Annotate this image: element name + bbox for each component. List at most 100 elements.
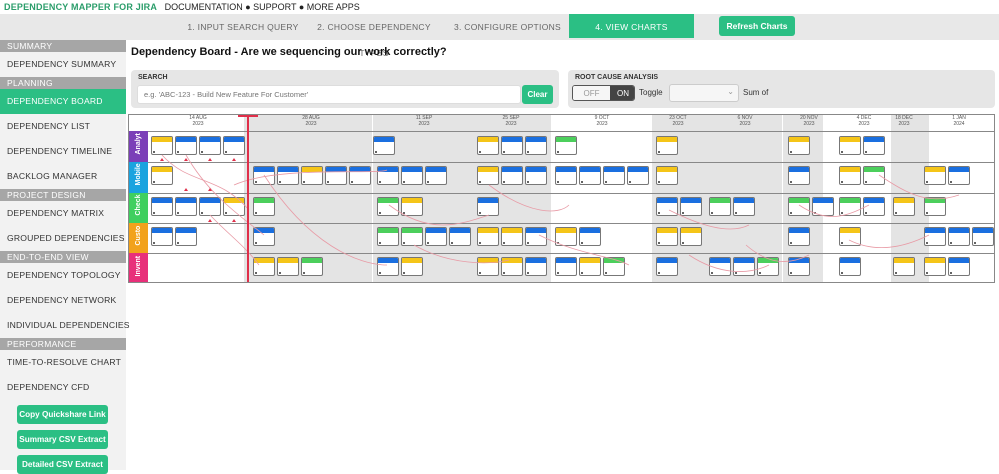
issue-card[interactable]: [839, 227, 861, 246]
issue-card[interactable]: [525, 227, 547, 246]
issue-card[interactable]: [709, 197, 731, 216]
issue-card[interactable]: [377, 257, 399, 276]
issue-card[interactable]: [893, 257, 915, 276]
summary-csv-extract-button[interactable]: Summary CSV Extract: [17, 430, 108, 449]
issue-card[interactable]: [525, 136, 547, 155]
issue-card[interactable]: [501, 257, 523, 276]
issue-card[interactable]: [788, 197, 810, 216]
issue-card[interactable]: [603, 166, 625, 185]
sidebar-item-grouped-dependencies[interactable]: GROUPED DEPENDENCIES: [0, 226, 126, 251]
issue-card[interactable]: [277, 166, 299, 185]
refresh-charts-button[interactable]: Refresh Charts: [719, 16, 795, 36]
issue-card[interactable]: [656, 197, 678, 216]
issue-card[interactable]: [863, 197, 885, 216]
issue-card[interactable]: [839, 197, 861, 216]
issue-card[interactable]: [839, 166, 861, 185]
issue-card[interactable]: [253, 227, 275, 246]
issue-card[interactable]: [656, 227, 678, 246]
issue-card[interactable]: [223, 197, 245, 216]
issue-card[interactable]: [477, 166, 499, 185]
issue-card[interactable]: [373, 136, 395, 155]
issue-card[interactable]: [401, 227, 423, 246]
issue-card[interactable]: [477, 227, 499, 246]
issue-card[interactable]: [733, 197, 755, 216]
sidebar-item-dependency-matrix[interactable]: DEPENDENCY MATRIX: [0, 201, 126, 226]
issue-card[interactable]: [812, 197, 834, 216]
issue-card[interactable]: [603, 257, 625, 276]
toggle-on[interactable]: ON: [610, 86, 634, 100]
step-configure-options[interactable]: 3. CONFIGURE OPTIONS: [446, 14, 569, 40]
sidebar-item-dependency-timeline[interactable]: DEPENDENCY TIMELINE: [0, 139, 126, 164]
issue-card[interactable]: [680, 197, 702, 216]
issue-card[interactable]: [175, 197, 197, 216]
step-choose-dependency-types[interactable]: 2. CHOOSE DEPENDENCY TYPES: [302, 14, 446, 58]
issue-card[interactable]: [223, 136, 245, 155]
copy-quickshare-link-button[interactable]: Copy Quickshare Link: [17, 405, 108, 424]
issue-card[interactable]: [656, 257, 678, 276]
search-input[interactable]: [137, 85, 521, 104]
issue-card[interactable]: [525, 166, 547, 185]
top-links[interactable]: DOCUMENTATION ● SUPPORT ● MORE APPS: [165, 2, 360, 12]
issue-card[interactable]: [972, 227, 994, 246]
issue-card[interactable]: [788, 227, 810, 246]
issue-card[interactable]: [788, 166, 810, 185]
issue-card[interactable]: [555, 166, 577, 185]
brand-title[interactable]: DEPENDENCY MAPPER FOR JIRA: [4, 2, 157, 12]
issue-card[interactable]: [151, 227, 173, 246]
issue-card[interactable]: [449, 227, 471, 246]
issue-card[interactable]: [253, 257, 275, 276]
issue-card[interactable]: [425, 227, 447, 246]
clear-button[interactable]: Clear: [522, 85, 553, 104]
sidebar-item-dependency-list[interactable]: DEPENDENCY LIST: [0, 114, 126, 139]
issue-card[interactable]: [301, 166, 323, 185]
issue-card[interactable]: [501, 136, 523, 155]
issue-card[interactable]: [757, 257, 779, 276]
sidebar-item-dependency-summary[interactable]: DEPENDENCY SUMMARY: [0, 52, 126, 77]
issue-card[interactable]: [477, 197, 499, 216]
issue-card[interactable]: [151, 136, 173, 155]
issue-card[interactable]: [948, 227, 970, 246]
issue-card[interactable]: [525, 257, 547, 276]
issue-card[interactable]: [893, 197, 915, 216]
issue-card[interactable]: [948, 257, 970, 276]
issue-card[interactable]: [401, 197, 423, 216]
issue-card[interactable]: [377, 227, 399, 246]
issue-card[interactable]: [501, 227, 523, 246]
issue-card[interactable]: [680, 227, 702, 246]
issue-card[interactable]: [199, 197, 221, 216]
issue-card[interactable]: [863, 166, 885, 185]
issue-card[interactable]: [924, 257, 946, 276]
sidebar-item-time-to-resolve-chart[interactable]: TIME-TO-RESOLVE CHART: [0, 350, 126, 375]
issue-card[interactable]: [175, 227, 197, 246]
issue-card[interactable]: [477, 136, 499, 155]
issue-card[interactable]: [555, 136, 577, 155]
issue-card[interactable]: [151, 166, 173, 185]
issue-card[interactable]: [425, 166, 447, 185]
issue-card[interactable]: [555, 227, 577, 246]
detailed-csv-extract-button[interactable]: Detailed CSV Extract: [17, 455, 108, 474]
issue-card[interactable]: [924, 227, 946, 246]
sidebar-item-backlog-manager[interactable]: BACKLOG MANAGER: [0, 164, 126, 189]
sidebar-item-dependency-topology[interactable]: DEPENDENCY TOPOLOGY: [0, 263, 126, 288]
issue-card[interactable]: [733, 257, 755, 276]
issue-card[interactable]: [349, 166, 371, 185]
step-view-charts[interactable]: 4. VIEW CHARTS: [569, 14, 694, 38]
issue-card[interactable]: [253, 197, 275, 216]
issue-card[interactable]: [839, 136, 861, 155]
issue-card[interactable]: [924, 197, 946, 216]
issue-card[interactable]: [277, 257, 299, 276]
step-input-search-query[interactable]: 1. INPUT SEARCH QUERY: [184, 14, 302, 40]
issue-card[interactable]: [301, 257, 323, 276]
sidebar-item-dependency-board[interactable]: DEPENDENCY BOARD: [0, 89, 126, 114]
sidebar-item-dependency-cfd[interactable]: DEPENDENCY CFD: [0, 375, 126, 400]
issue-card[interactable]: [377, 197, 399, 216]
issue-card[interactable]: [863, 136, 885, 155]
issue-card[interactable]: [788, 136, 810, 155]
issue-card[interactable]: [377, 166, 399, 185]
rca-toggle[interactable]: OFF ON: [572, 85, 635, 101]
issue-card[interactable]: [788, 257, 810, 276]
issue-card[interactable]: [555, 257, 577, 276]
issue-card[interactable]: [627, 166, 649, 185]
issue-card[interactable]: [199, 136, 221, 155]
issue-card[interactable]: [579, 166, 601, 185]
